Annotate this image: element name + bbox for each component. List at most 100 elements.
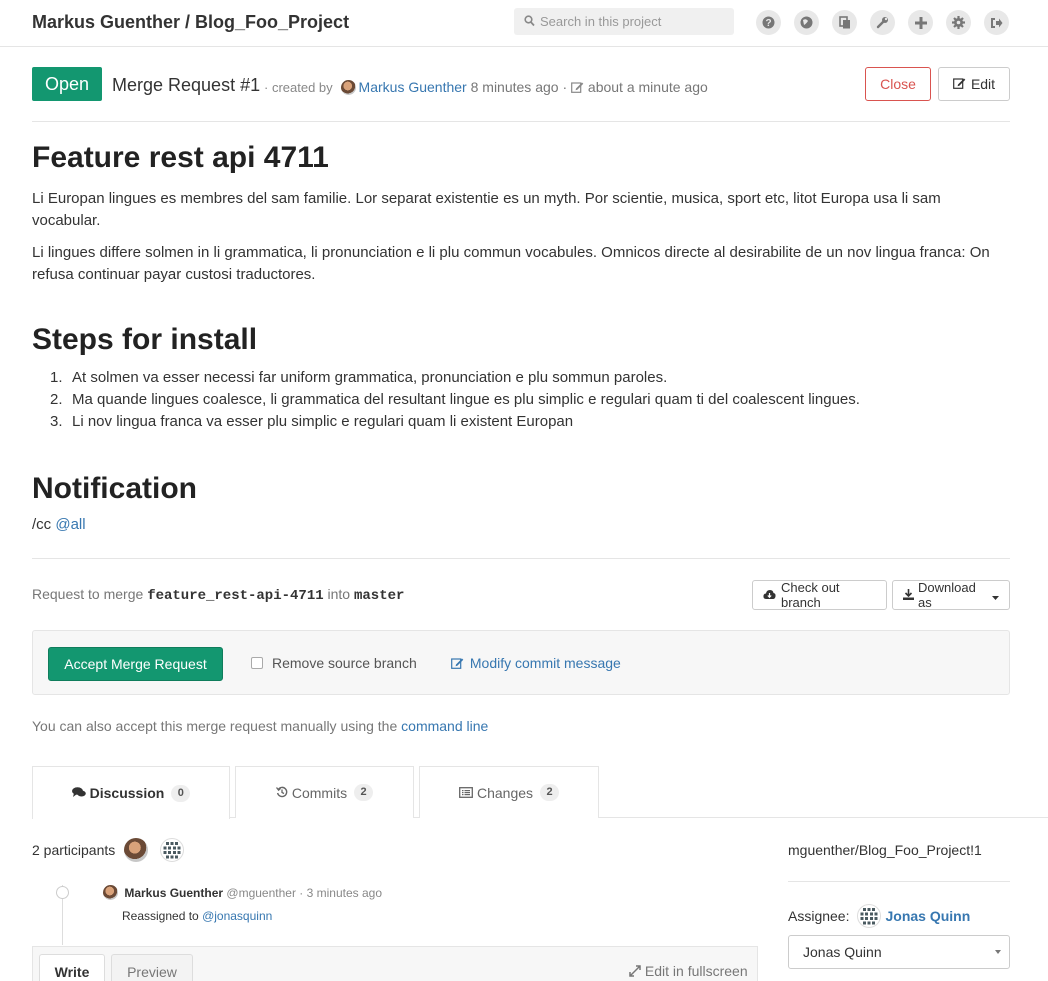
download-icon [903,588,914,603]
notification-heading: Notification [32,472,197,505]
edit-in-fullscreen-link[interactable]: Edit in fullscreen [629,963,748,980]
avatar[interactable] [857,904,882,928]
top-navbar: Markus Guenther / Blog_Foo_Project ? [0,0,1048,47]
steps-list: 1. At solmen va esser necessi far uniform… [32,367,1010,433]
search-input[interactable] [540,8,730,35]
merge-request-description: Feature rest api 4711 Li Europan lingues… [32,140,1010,533]
assignee-select-value: Jonas Quinn [803,944,882,960]
edit-icon [451,656,464,672]
assignee-name-link[interactable]: Jonas Quinn [885,908,970,924]
gear-icon[interactable] [946,10,971,35]
avatar[interactable] [124,838,149,862]
plus-icon[interactable] [908,10,933,35]
command-line-link[interactable]: command line [401,718,488,734]
avatar[interactable] [103,885,118,900]
tab-changes[interactable]: Changes 2 [419,766,599,818]
participants: 2 participants [32,838,185,862]
created-by-label: · created by [264,80,333,95]
note-author[interactable]: Markus Guenther [124,886,223,900]
project-title[interactable]: Markus Guenther / Blog_Foo_Project [32,12,349,33]
jonasquinn-mention-link[interactable]: @jonasquinn [202,909,272,923]
description-paragraph: Li Europan lingues es membres del sam fa… [32,190,941,229]
remove-source-branch-option[interactable]: Remove source branch [251,655,417,671]
tab-changes-label: Changes [476,784,534,801]
tab-commits[interactable]: Commits 2 [235,766,414,818]
participants-count: 2 participants [32,842,116,858]
search-box[interactable] [514,8,734,35]
merge-info: Request to merge feature_rest-api-4711 i… [32,586,404,604]
assignee-label: Assignee: [788,908,850,924]
svg-text:?: ? [765,18,771,29]
sign-out-icon[interactable] [984,10,1009,35]
check-out-branch-button[interactable]: Check out branch [752,580,887,610]
edit-button[interactable]: Edit [938,67,1010,101]
accept-merge-request-button[interactable]: Accept Merge Request [48,647,223,681]
created-time: 8 minutes ago [470,79,559,95]
mention-all-link[interactable]: @all [55,516,85,533]
caret-down-icon [992,588,999,603]
tab-write[interactable]: Write [39,954,105,981]
list-item: 2. Ma quande lingues coalesce, li grammat… [50,391,860,408]
modify-commit-message-label: Modify commit message [469,655,621,671]
list-item: 3. Li nov lingua franca va esser plu simp… [50,413,574,430]
into-label: into [327,586,351,602]
help-icon[interactable]: ? [756,10,781,35]
timeline-dot [56,886,69,899]
chevron-down-icon [995,950,1001,954]
tab-discussion[interactable]: Discussion 0 [32,766,230,819]
description-paragraph: Li lingues differe solmen in li grammati… [32,244,990,283]
note-handle: @mguenther [226,886,296,900]
tab-changes-count: 2 [540,784,560,801]
edit-icon [953,76,966,92]
list-item: 1. At solmen va esser necessi far uniform… [50,369,668,386]
cloud-download-icon [763,588,776,603]
assignee-select[interactable]: Jonas Quinn [788,935,1010,969]
meta-separator: · [562,79,568,95]
check-out-branch-label: Check out branch [781,580,840,610]
download-as-dropdown[interactable]: Download as [892,580,1010,610]
edit-button-label: Edit [970,76,996,92]
comments-icon [71,785,86,801]
divider [32,558,1010,559]
accept-merge-panel: Accept Merge Request Remove source branc… [32,630,1010,695]
modify-commit-message-link[interactable]: Modify commit message [451,655,621,672]
tab-commits-count: 2 [354,784,374,801]
author-link[interactable]: Markus Guenther [359,79,467,95]
request-to-merge-label: Request to merge [32,586,144,602]
remove-source-branch-label: Remove source branch [272,655,417,671]
cc-line: /cc @all [32,516,86,533]
tab-commits-label: Commits [291,784,348,801]
avatar[interactable] [160,838,185,862]
tab-preview[interactable]: Preview [111,954,193,981]
system-note: Markus Guenther @mguenther · 3 minutes a… [103,885,382,900]
status-badge: Open [32,67,102,101]
source-branch: feature_rest-api-4711 [147,588,324,604]
merge-request-header: Open Merge Request #1 · created by Marku… [32,67,1010,122]
remove-source-branch-checkbox[interactable] [251,657,263,669]
target-branch: master [353,588,405,604]
close-button[interactable]: Close [865,67,931,101]
tab-discussion-label: Discussion [89,785,165,801]
globe-icon[interactable] [794,10,819,35]
edit-icon [571,80,584,96]
merge-request-tabs: Discussion 0 Commits 2 Changes 2 [32,766,1048,819]
comment-form: Write Preview Edit in fullscreen [32,946,758,981]
history-icon [275,785,288,801]
copy-icon[interactable] [832,10,857,35]
list-alt-icon [459,785,473,801]
tab-discussion-count: 0 [171,784,191,802]
wrench-icon[interactable] [870,10,895,35]
description-title: Feature rest api 4711 [32,141,329,174]
divider [788,881,1010,882]
merge-request-reference: mguenther/Blog_Foo_Project!1 [788,842,982,858]
cc-prefix: /cc [32,516,52,533]
edited-time: about a minute ago [587,79,708,95]
merge-request-number: Merge Request #1 [112,75,261,95]
download-as-label: Download as [918,580,976,610]
manual-merge-text: You can also accept this merge request m… [32,718,398,734]
author-avatar[interactable] [340,80,356,95]
assignee-block: Assignee: Jonas Quinn [788,904,970,928]
note-body: Reassigned to @jonasquinn [122,909,272,923]
manual-merge-hint: You can also accept this merge request m… [32,718,488,734]
expand-icon [629,964,641,980]
